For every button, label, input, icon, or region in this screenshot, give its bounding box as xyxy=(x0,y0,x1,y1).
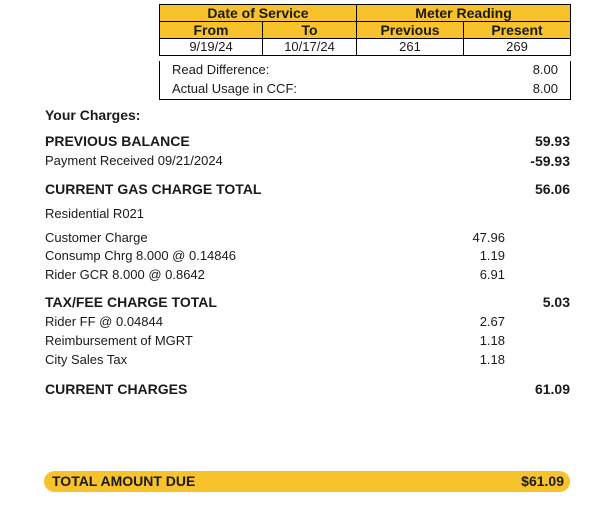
gas-charge-total-label: CURRENT GAS CHARGE TOTAL xyxy=(45,181,262,197)
current-charges-value: 61.09 xyxy=(534,381,570,397)
tax-item-label: City Sales Tax xyxy=(45,352,128,367)
from-date: 9/19/24 xyxy=(159,38,263,56)
gas-charge-total-value: 56.06 xyxy=(534,181,570,197)
total-amount-due-bar: TOTAL AMOUNT DUE $61.09 xyxy=(44,471,570,492)
gas-item-value: 6.91 xyxy=(479,267,505,282)
current-charges-label: CURRENT CHARGES xyxy=(45,381,188,397)
previous-header: Previous xyxy=(356,21,465,39)
previous-balance-label: PREVIOUS BALANCE xyxy=(45,133,190,149)
usage-summary: Read Difference: 8.00 Actual Usage in CC… xyxy=(159,61,571,100)
read-difference-label: Read Difference: xyxy=(172,62,270,77)
gas-item-label: Rider GCR 8.000 @ 0.8642 xyxy=(45,267,205,282)
gas-item-value: 47.96 xyxy=(472,230,505,245)
meter-reading-header: Meter Reading xyxy=(356,4,572,22)
tax-item-label: Rider FF @ 0.04844 xyxy=(45,314,163,329)
previous-balance-value: 59.93 xyxy=(534,133,570,149)
actual-usage-label: Actual Usage in CCF: xyxy=(172,81,297,96)
date-of-service-header: Date of Service xyxy=(158,4,358,22)
to-date: 10/17/24 xyxy=(261,38,358,56)
present-reading: 269 xyxy=(463,38,572,56)
rate-label: Residential R021 xyxy=(45,206,145,221)
present-header: Present xyxy=(463,21,572,39)
payment-received-label: Payment Received 09/21/2024 xyxy=(45,153,223,168)
payment-received-value: -59.93 xyxy=(530,153,570,169)
from-header: From xyxy=(159,21,263,39)
total-amount-due-value: $61.09 xyxy=(521,473,564,489)
tax-item-value: 2.67 xyxy=(479,314,505,329)
to-header: To xyxy=(261,21,358,39)
gas-item-label: Customer Charge xyxy=(45,230,148,245)
gas-item-value: 1.19 xyxy=(479,248,505,263)
tax-fee-total-label: TAX/FEE CHARGE TOTAL xyxy=(45,294,217,310)
your-charges-heading: Your Charges: xyxy=(45,107,141,123)
tax-item-value: 1.18 xyxy=(479,352,505,367)
actual-usage-row: Actual Usage in CCF: 8.00 xyxy=(172,80,558,98)
read-difference-value: 8.00 xyxy=(532,62,558,77)
meter-reading-table: Date of Service Meter Reading From To Pr… xyxy=(158,4,572,56)
tax-fee-total-value: 5.03 xyxy=(542,294,570,310)
total-amount-due-label: TOTAL AMOUNT DUE xyxy=(52,473,196,489)
tax-item-value: 1.18 xyxy=(479,333,505,348)
read-difference-row: Read Difference: 8.00 xyxy=(172,61,558,79)
actual-usage-value: 8.00 xyxy=(532,81,558,96)
previous-reading: 261 xyxy=(356,38,465,56)
gas-item-label: Consump Chrg 8.000 @ 0.14846 xyxy=(45,248,236,263)
tax-item-label: Reimbursement of MGRT xyxy=(45,333,193,348)
